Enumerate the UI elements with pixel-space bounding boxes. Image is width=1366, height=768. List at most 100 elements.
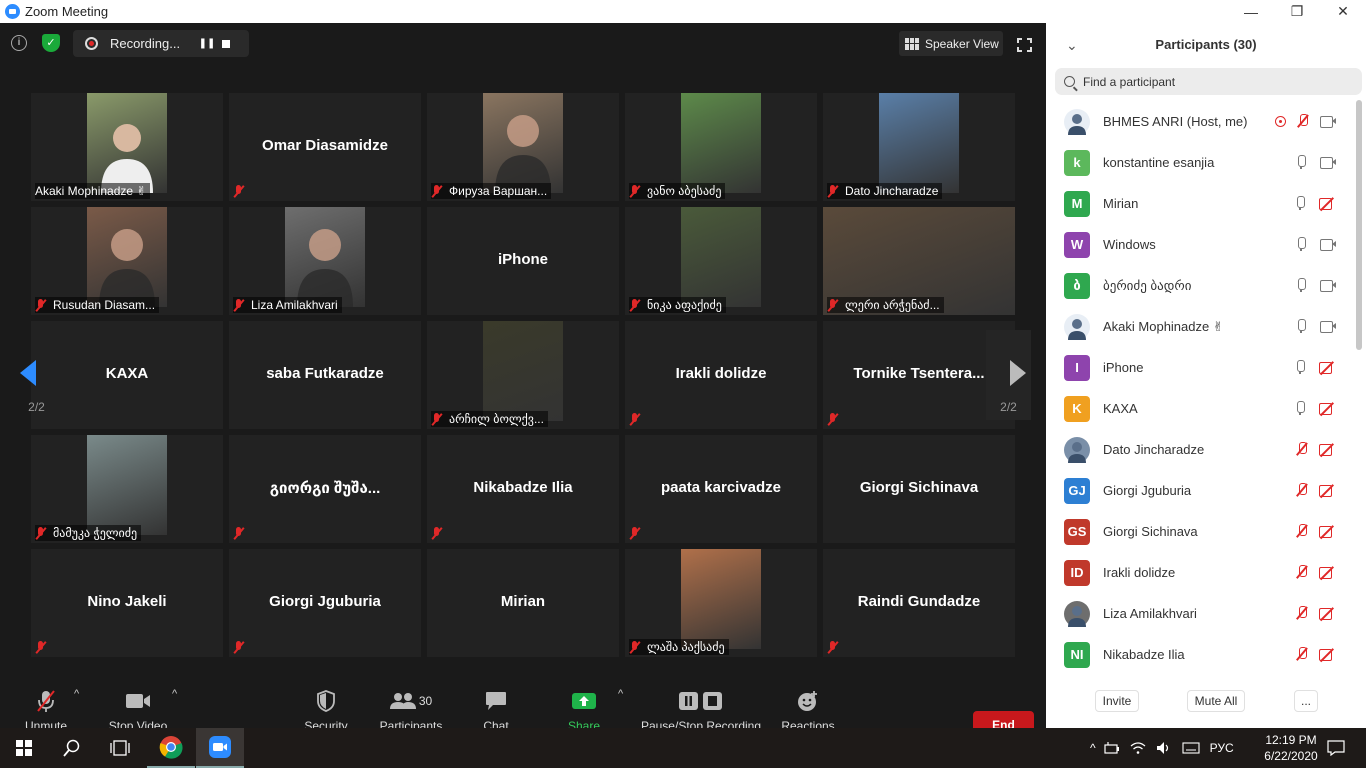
pause-stop-recording-button[interactable]: Pause/Stop Recording [640,688,762,733]
more-options-button[interactable]: ... [1294,690,1318,712]
video-off-icon[interactable] [1319,607,1336,620]
action-center-button[interactable] [1316,728,1356,768]
mute-all-button[interactable]: Mute All [1187,690,1245,712]
participant-row[interactable]: GJ Giorgi Jguburia [1046,470,1356,511]
video-tile[interactable]: ვანო აბესაძე [625,93,817,201]
mic-icon[interactable] [1295,196,1305,210]
muted-mic-icon[interactable] [1295,442,1309,456]
video-tile[interactable]: Akaki Mophinadze ✌ [31,93,223,201]
participant-row[interactable]: W Windows [1046,224,1356,265]
close-button[interactable]: ✕ [1320,0,1366,23]
video-camera-icon[interactable] [1320,320,1336,333]
input-language[interactable]: РУС [1210,741,1234,755]
video-camera-icon[interactable] [1320,279,1336,292]
wifi-icon[interactable] [1130,741,1146,755]
video-camera-icon[interactable] [1320,115,1336,128]
stop-video-button[interactable]: Stop Video [106,688,170,733]
mic-icon[interactable] [1295,401,1305,415]
previous-page-button[interactable]: 2/2 [14,330,59,420]
mic-icon[interactable] [1295,360,1305,374]
unmute-button[interactable]: Unmute [22,688,70,733]
video-tile[interactable]: Mirian [427,549,619,657]
mic-icon[interactable] [1296,319,1306,333]
participant-row[interactable]: K KAXA [1046,388,1356,429]
participant-row[interactable]: NI Nikabadze Ilia [1046,634,1356,675]
video-off-icon[interactable] [1319,402,1336,415]
video-camera-icon[interactable] [1320,156,1336,169]
participant-row[interactable]: IiPhone [1046,347,1356,388]
video-off-icon[interactable] [1319,361,1336,374]
video-tile[interactable]: არჩილ ბოლქვ... [427,321,619,429]
video-tile[interactable]: Rusudan Diasam... [31,207,223,315]
participant-row[interactable]: Liza Amilakhvari [1046,593,1356,634]
video-tile[interactable]: Giorgi Sichinava [823,435,1015,543]
battery-plug-icon[interactable] [1104,741,1120,755]
participants-button[interactable]: 30 Participants [378,688,444,733]
info-icon[interactable]: i [11,35,27,51]
video-tile[interactable]: Nikabadze Ilia [427,435,619,543]
muted-mic-icon[interactable] [1296,114,1310,128]
start-button[interactable] [0,728,48,768]
video-tile[interactable]: Irakli dolidze [625,321,817,429]
taskbar-clock[interactable]: 12:19 PM 6/22/2020 [1262,732,1320,764]
participant-search-input[interactable]: Find a participant [1055,68,1362,95]
participant-row[interactable]: M Mirian [1046,183,1356,224]
muted-mic-icon[interactable] [1295,483,1309,497]
invite-button[interactable]: Invite [1095,690,1139,712]
chrome-taskbar-button[interactable] [147,728,195,768]
video-tile[interactable]: Giorgi Jguburia [229,549,421,657]
video-tile[interactable]: ლერი არჭენაძ... [823,207,1015,315]
muted-mic-icon[interactable] [1295,524,1309,538]
video-tile[interactable]: მამუკა ჭელიძე [31,435,223,543]
video-off-icon[interactable] [1319,197,1336,210]
video-off-icon[interactable] [1319,648,1336,661]
zoom-taskbar-button[interactable] [196,728,244,768]
reactions-button[interactable]: Reactions [780,688,836,733]
video-tile[interactable]: Liza Amilakhvari [229,207,421,315]
participant-row[interactable]: ბ ბერიძე ბადრი [1046,265,1356,306]
share-options-caret[interactable]: ^ [618,688,623,700]
maximize-button[interactable]: ❐ [1274,0,1320,23]
audio-options-caret[interactable]: ^ [74,688,79,700]
muted-mic-icon[interactable] [1295,647,1309,661]
speaker-view-button[interactable]: Speaker View [899,31,1003,56]
chat-button[interactable]: Chat [478,688,514,733]
encryption-shield-icon[interactable]: ✓ [42,34,60,52]
video-tile[interactable]: ლაშა პაქსაძე [625,549,817,657]
video-tile[interactable]: saba Futkaradze [229,321,421,429]
participant-list-scrollbar[interactable] [1356,100,1362,350]
muted-mic-icon[interactable] [1295,565,1309,579]
task-view-button[interactable] [96,728,144,768]
video-tile[interactable]: KAXA [31,321,223,429]
video-tile[interactable]: paata karcivadze [625,435,817,543]
video-off-icon[interactable] [1319,566,1336,579]
video-options-caret[interactable]: ^ [172,688,177,700]
next-page-button[interactable]: 2/2 [986,330,1031,420]
video-tile[interactable]: Nino Jakeli [31,549,223,657]
video-tile[interactable]: iPhone [427,207,619,315]
participant-row[interactable]: Akaki Mophinadze ✌ [1046,306,1356,347]
video-off-icon[interactable] [1319,443,1336,456]
video-tile[interactable]: Omar Diasamidze [229,93,421,201]
video-tile[interactable]: ნიკა აფაქიძე [625,207,817,315]
video-tile[interactable]: Raindi Gundadze [823,549,1015,657]
muted-mic-icon[interactable] [1295,606,1309,620]
mic-icon[interactable] [1296,278,1306,292]
participant-row[interactable]: BHMES ANRI (Host, me) [1046,101,1356,142]
video-off-icon[interactable] [1319,484,1336,497]
pause-recording-button[interactable]: ❚❚ [194,38,220,49]
volume-icon[interactable] [1156,741,1172,755]
mic-icon[interactable] [1296,155,1306,169]
mic-icon[interactable] [1296,237,1306,251]
participant-row[interactable]: Dato Jincharadze [1046,429,1356,470]
video-tile[interactable]: Фируза Варшан... [427,93,619,201]
security-button[interactable]: Security [301,688,351,733]
participant-row[interactable]: k konstantine esanjia [1046,142,1356,183]
video-camera-icon[interactable] [1320,238,1336,251]
show-hidden-icons-chevron-icon[interactable]: ^ [1090,741,1096,755]
participant-row[interactable]: ID Irakli dolidze [1046,552,1356,593]
stop-recording-button[interactable] [222,39,230,48]
minimize-button[interactable]: — [1228,0,1274,23]
video-tile[interactable]: Dato Jincharadze [823,93,1015,201]
participant-row[interactable]: GS Giorgi Sichinava [1046,511,1356,552]
